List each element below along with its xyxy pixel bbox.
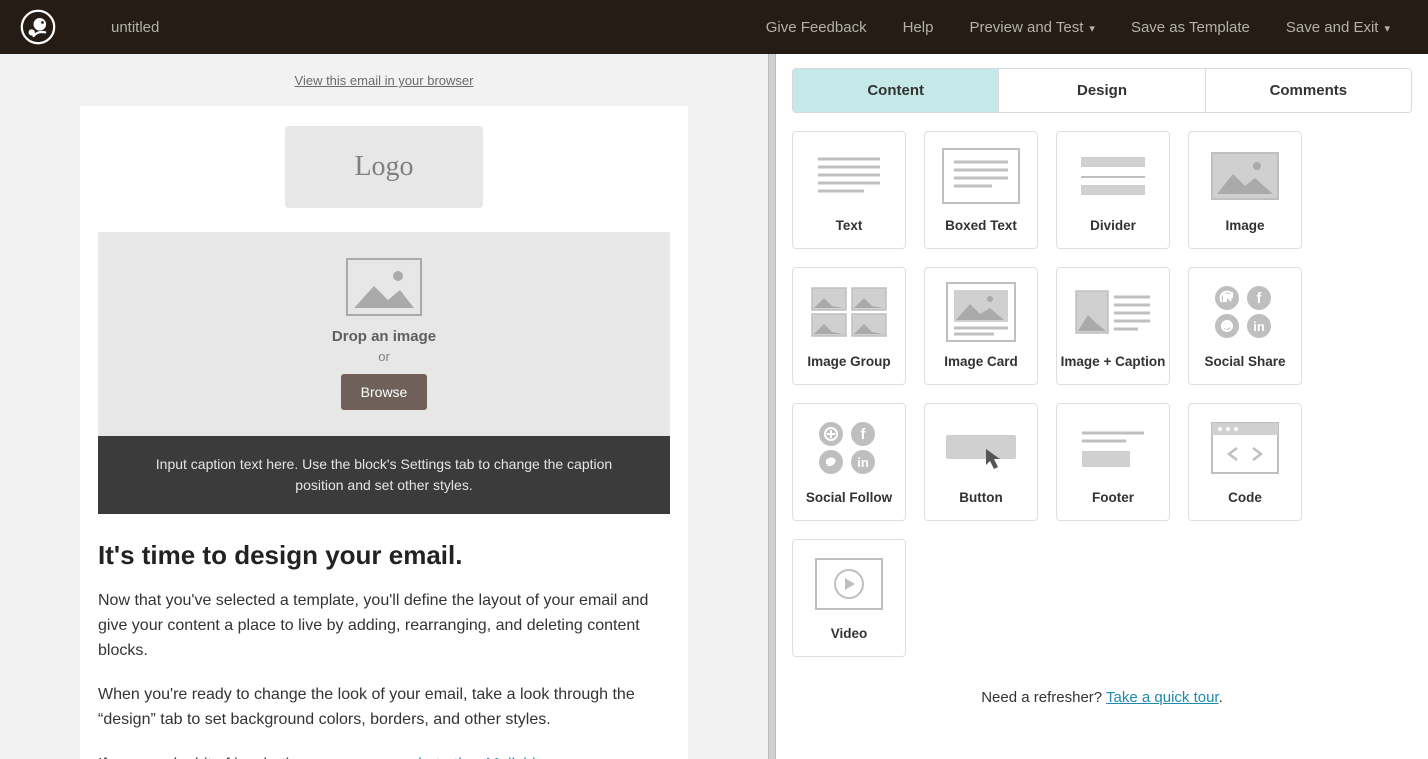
campaign-title[interactable]: untitled <box>111 19 159 36</box>
divider-icon <box>1074 148 1152 204</box>
block-image[interactable]: Image <box>1188 131 1302 249</box>
footer-icon <box>1074 420 1152 476</box>
save-and-exit-menu[interactable]: Save and Exit▾ <box>1268 19 1408 36</box>
block-code[interactable]: Code <box>1188 403 1302 521</box>
image-drop-region[interactable]: Drop an image or Browse <box>98 232 670 436</box>
image-card-icon <box>942 284 1020 340</box>
tab-design[interactable]: Design <box>998 69 1204 112</box>
svg-text:in: in <box>1253 319 1265 334</box>
give-feedback-link[interactable]: Give Feedback <box>748 19 885 36</box>
view-in-browser-link[interactable]: View this email in your browser <box>295 73 474 88</box>
caption-placeholder[interactable]: Input caption text here. Use the block's… <box>98 436 670 514</box>
email-paragraph[interactable]: Now that you've selected a template, you… <box>98 589 670 663</box>
code-icon <box>1206 420 1284 476</box>
email-heading[interactable]: It's time to design your email. <box>98 540 670 571</box>
app-header: untitled Give Feedback Help Preview and … <box>0 0 1428 54</box>
block-social-share[interactable]: fin Social Share <box>1188 267 1302 385</box>
chevron-down-icon: ▾ <box>1384 23 1390 35</box>
social-share-icon: fin <box>1206 284 1284 340</box>
chevron-down-icon: ▾ <box>1089 23 1095 35</box>
sidebar-tabs: Content Design Comments <box>792 68 1412 113</box>
svg-text:in: in <box>857 455 869 470</box>
boxed-text-icon <box>942 148 1020 204</box>
block-divider[interactable]: Divider <box>1056 131 1170 249</box>
pane-divider[interactable] <box>768 54 776 759</box>
tab-content[interactable]: Content <box>793 69 998 112</box>
block-social-follow[interactable]: fin Social Follow <box>792 403 906 521</box>
block-boxed-text[interactable]: Boxed Text <box>924 131 1038 249</box>
social-follow-icon: fin <box>810 420 888 476</box>
save-as-template-link[interactable]: Save as Template <box>1113 19 1268 36</box>
mailchimp-logo-icon[interactable] <box>20 9 56 45</box>
image-group-icon <box>810 284 888 340</box>
block-video[interactable]: Video <box>792 539 906 657</box>
video-icon <box>810 556 888 612</box>
block-palette: Text Boxed Text Divider Image Image Grou… <box>776 127 1428 681</box>
preview-test-menu[interactable]: Preview and Test▾ <box>951 19 1112 36</box>
drop-image-label: Drop an image <box>98 328 670 345</box>
image-caption-icon <box>1074 284 1152 340</box>
logo-placeholder[interactable]: Logo <box>285 126 483 208</box>
sidebar-pane: Content Design Comments Text Boxed Text … <box>776 54 1428 759</box>
block-text[interactable]: Text <box>792 131 906 249</box>
email-paragraph[interactable]: When you're ready to change the look of … <box>98 683 670 733</box>
image-icon <box>1206 148 1284 204</box>
block-button[interactable]: Button <box>924 403 1038 521</box>
button-icon <box>942 420 1020 476</box>
refresher-text: Need a refresher? Take a quick tour. <box>776 681 1428 746</box>
email-paragraph[interactable]: If you need a bit of inspiration, you ca… <box>98 753 670 759</box>
browse-button[interactable]: Browse <box>341 374 428 410</box>
block-image-group[interactable]: Image Group <box>792 267 906 385</box>
or-label: or <box>98 349 670 364</box>
text-icon <box>810 148 888 204</box>
tab-comments[interactable]: Comments <box>1205 69 1411 112</box>
help-link[interactable]: Help <box>885 19 952 36</box>
block-footer[interactable]: Footer <box>1056 403 1170 521</box>
quick-tour-link[interactable]: Take a quick tour <box>1106 689 1219 706</box>
canvas-pane: View this email in your browser Logo Dro… <box>0 54 768 759</box>
image-placeholder-icon <box>346 258 422 316</box>
block-image-caption[interactable]: Image + Caption <box>1056 267 1170 385</box>
email-body: Logo Drop an image or Browse Input capti… <box>80 106 688 759</box>
block-image-card[interactable]: Image Card <box>924 267 1038 385</box>
